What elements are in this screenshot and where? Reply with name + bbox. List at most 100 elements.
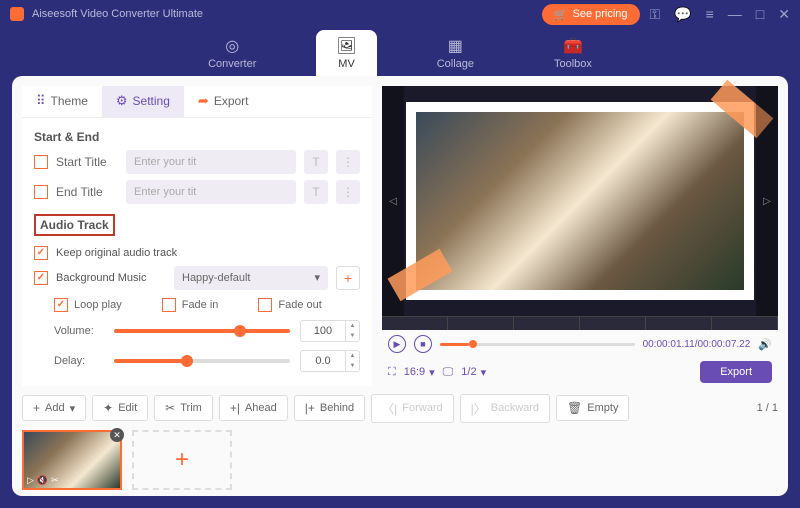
end-title-checkbox[interactable] (34, 185, 48, 199)
text-extra-button[interactable]: ⋮ (336, 150, 360, 174)
progress-bar[interactable] (440, 343, 635, 346)
plus-icon: + (33, 401, 40, 415)
feedback-icon[interactable]: 💬 (674, 6, 691, 23)
mute-mini-icon[interactable]: 🔇 (37, 475, 48, 486)
backward-button[interactable]: |〉Backward (460, 394, 550, 423)
display-controls: ⛶ 16:9▾ 🖵 1/2▾ Export (382, 358, 778, 386)
titlebar: Aiseesoft Video Converter Ultimate 🛒 See… (0, 0, 800, 28)
text-style-button-2[interactable]: T (304, 180, 328, 204)
menu-icon[interactable]: ≡ (706, 6, 714, 22)
clip-thumbnail[interactable]: ✕ ▷🔇✂ (22, 430, 122, 490)
nav-mv[interactable]: 🖼 MV (316, 30, 376, 76)
volume-value: 100 (314, 325, 332, 337)
preview-panel: ◁ ▷ ▶ ■ 00:00:01.11/00:00:07.22 🔊 ⛶ 16:9… (382, 86, 778, 386)
nav-toolbox[interactable]: 🧰 Toolbox (534, 30, 612, 76)
trim-mini-icon[interactable]: ✂ (51, 475, 59, 486)
delay-thumb[interactable] (181, 355, 193, 367)
edit-label: Edit (118, 402, 137, 414)
chevron-down-icon: ▾ (70, 402, 76, 415)
end-title-row: End Title Enter your tit T ⋮ (34, 180, 360, 204)
nav-collage-label: Collage (437, 58, 474, 70)
fade-out-option[interactable]: Fade out (258, 298, 321, 312)
add-label: Add (45, 402, 65, 414)
bg-music-row: Background Music Happy-default▾ + (34, 266, 360, 290)
delay-spinner[interactable]: ▲▼ (345, 351, 359, 371)
fade-out-checkbox[interactable] (258, 298, 272, 312)
volume-input[interactable]: 100 ▲▼ (300, 320, 360, 342)
empty-button[interactable]: 🗑Empty (556, 395, 629, 421)
cart-icon: 🛒 (554, 8, 568, 21)
crop-icon[interactable]: ⛶ (388, 366, 396, 379)
fade-in-label: Fade in (182, 299, 219, 311)
edit-button[interactable]: ✦Edit (92, 395, 148, 421)
text-extra-button-2[interactable]: ⋮ (336, 180, 360, 204)
minimize-icon[interactable]: — (728, 6, 742, 22)
forward-button[interactable]: 〈|Forward (371, 394, 453, 423)
export-button[interactable]: Export (700, 361, 772, 383)
tab-export-label: Export (214, 94, 249, 108)
trim-button[interactable]: ✂Trim (154, 395, 213, 421)
nav-toolbox-label: Toolbox (554, 58, 592, 70)
add-music-button[interactable]: + (336, 266, 360, 290)
add-button[interactable]: + Add ▾ (22, 395, 86, 421)
remove-clip-icon[interactable]: ✕ (110, 428, 124, 442)
delay-input[interactable]: 0.0▲▼ (300, 350, 360, 372)
text-style-button[interactable]: T (304, 150, 328, 174)
start-title-checkbox[interactable] (34, 155, 48, 169)
keep-original-checkbox[interactable] (34, 246, 48, 260)
aspect-dropdown[interactable]: 16:9▾ (404, 366, 435, 379)
loop-play-label: Loop play (74, 299, 122, 311)
tab-export[interactable]: ➦ Export (184, 86, 263, 117)
key-icon[interactable]: ⚿ (650, 6, 661, 23)
volume-slider[interactable] (114, 329, 290, 333)
delay-slider[interactable] (114, 359, 290, 363)
tab-theme[interactable]: ⠿Theme (22, 86, 102, 117)
maximize-icon[interactable]: □ (756, 6, 764, 22)
export-icon: ➦ (198, 93, 209, 109)
add-clip-placeholder[interactable]: + (132, 430, 232, 490)
close-icon[interactable]: ✕ (778, 6, 790, 23)
loop-play-option[interactable]: Loop play (54, 298, 122, 312)
loop-play-checkbox[interactable] (54, 298, 68, 312)
nav-converter[interactable]: ◎ Converter (188, 30, 276, 76)
behind-button[interactable]: |+ Behind (294, 395, 365, 421)
gear-icon: ⚙ (116, 93, 128, 109)
chevron-down-icon: ▾ (314, 271, 320, 284)
bg-music-checkbox[interactable] (34, 271, 48, 285)
bg-music-dropdown[interactable]: Happy-default▾ (174, 266, 328, 290)
volume-icon[interactable]: 🔊 (758, 338, 772, 351)
behind-label: Behind (320, 402, 354, 414)
chevron-down-icon: ▾ (429, 366, 435, 379)
progress-thumb[interactable] (469, 340, 477, 348)
video-frame (406, 102, 754, 300)
next-clip-button[interactable]: ▷ (756, 86, 778, 316)
scale-dropdown[interactable]: 1/2▾ (461, 366, 486, 379)
end-title-label: End Title (56, 185, 118, 199)
tab-setting[interactable]: ⚙Setting (102, 86, 184, 117)
scissors-icon: ✂ (165, 401, 175, 415)
time-display: 00:00:01.11/00:00:07.22 (643, 339, 751, 350)
play-button[interactable]: ▶ (388, 335, 406, 353)
nav-converter-label: Converter (208, 58, 256, 70)
start-end-heading: Start & End (34, 130, 360, 144)
filmstrip[interactable] (382, 316, 778, 330)
top-nav: ◎ Converter 🖼 MV ▦ Collage 🧰 Toolbox (0, 28, 800, 76)
panel-tabs: ⠿Theme ⚙Setting ➦ Export (22, 86, 372, 118)
ahead-button[interactable]: +|Ahead (219, 395, 288, 421)
stop-button[interactable]: ■ (414, 335, 432, 353)
see-pricing-button[interactable]: 🛒 See pricing (542, 4, 640, 25)
fade-in-option[interactable]: Fade in (162, 298, 219, 312)
page-count: 1 / 1 (757, 402, 778, 414)
volume-spinner[interactable]: ▲▼ (345, 321, 359, 341)
end-title-input[interactable]: Enter your tit (126, 180, 296, 204)
nav-collage[interactable]: ▦ Collage (417, 30, 494, 76)
collage-icon: ▦ (448, 36, 463, 56)
fade-in-checkbox[interactable] (162, 298, 176, 312)
start-title-input[interactable]: Enter your tit (126, 150, 296, 174)
screen-icon[interactable]: 🖵 (443, 366, 454, 379)
volume-thumb[interactable] (234, 325, 246, 337)
behind-icon: |+ (305, 401, 315, 415)
forward-icon: 〈| (382, 400, 397, 417)
chevron-down-icon: ▾ (481, 366, 487, 379)
play-mini-icon[interactable]: ▷ (27, 475, 34, 486)
